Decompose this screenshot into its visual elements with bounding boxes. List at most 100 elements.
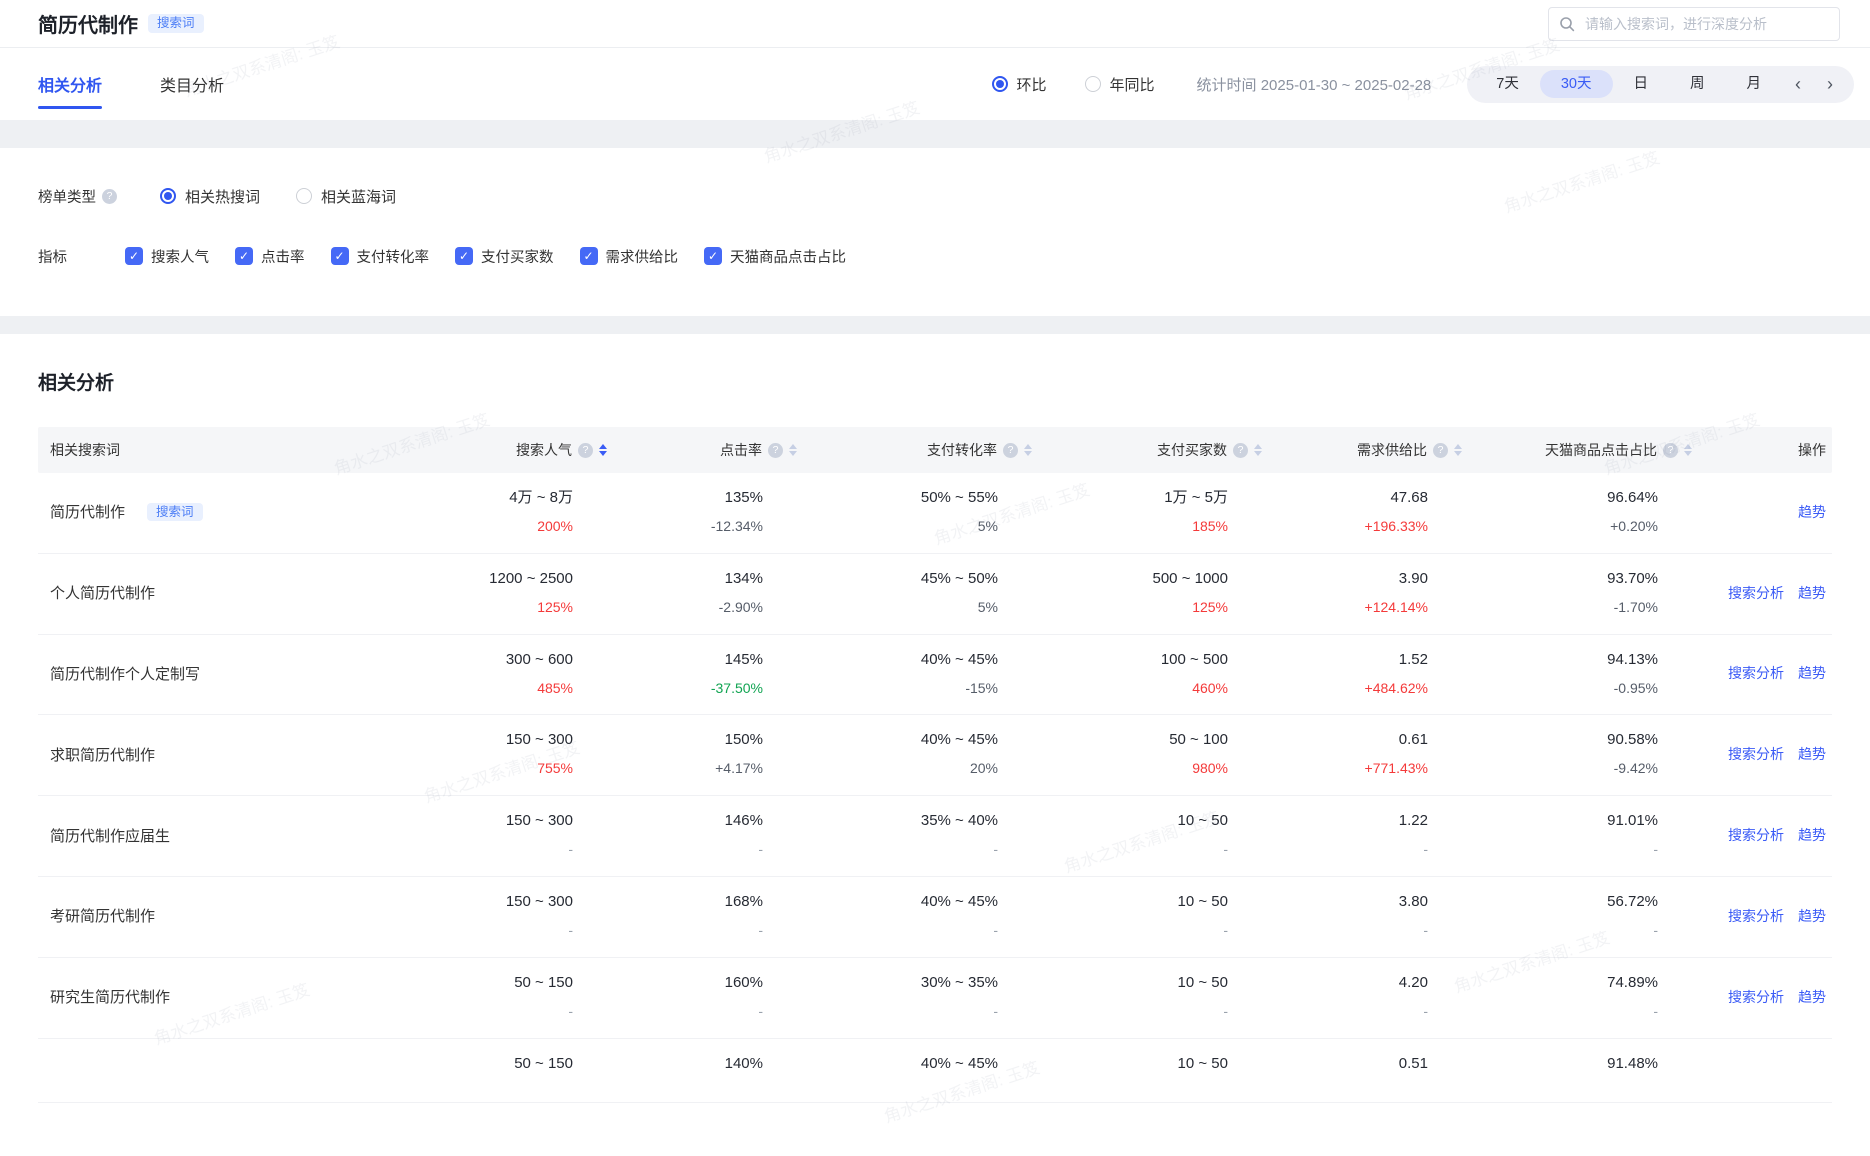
action-link[interactable]: 搜索分析 — [1728, 825, 1784, 845]
search-box[interactable] — [1548, 7, 1840, 41]
compare-radio-mom[interactable]: 环比 — [992, 74, 1047, 95]
metric-delta: +771.43% — [1268, 760, 1428, 777]
metric-delta: - — [1268, 922, 1428, 939]
help-icon[interactable]: ? — [1003, 443, 1018, 458]
actions-cell: 搜索分析趋势 — [1698, 663, 1832, 683]
metric-delta: -0.95% — [1468, 680, 1658, 697]
list-type-radio-blue-ocean-words[interactable]: 相关蓝海词 — [296, 186, 396, 207]
metrics-label: 指标 — [38, 246, 67, 267]
metric-cell: 56.72% - — [1468, 893, 1698, 939]
metric-cell: 93.70% -1.70% — [1468, 570, 1698, 616]
metric-value: 93.70% — [1468, 570, 1658, 588]
action-link[interactable]: 趋势 — [1798, 744, 1826, 764]
metric-checkbox[interactable]: ✓ 点击率 — [235, 246, 305, 267]
help-icon[interactable]: ? — [1663, 443, 1678, 458]
related-analysis-panel: 相关分析 相关搜索词 搜索人气? 点击率? 支付转化率? 支付买家数? 需求供给… — [0, 334, 1870, 1156]
metric-delta: - — [368, 1003, 573, 1020]
date-range-option[interactable]: 周 — [1669, 70, 1726, 99]
metric-delta: - — [1038, 1003, 1228, 1020]
help-icon[interactable]: ? — [1233, 443, 1248, 458]
metric-cell: 146% - — [613, 812, 803, 858]
metric-cell: 134% -2.90% — [613, 570, 803, 616]
action-link[interactable]: 趋势 — [1798, 906, 1826, 926]
column-label: 支付转化率 — [927, 440, 997, 460]
metric-checkbox[interactable]: ✓ 需求供给比 — [580, 246, 679, 267]
help-icon[interactable]: ? — [1433, 443, 1448, 458]
action-link[interactable]: 搜索分析 — [1728, 744, 1784, 764]
metric-value: 1.22 — [1268, 812, 1428, 830]
keyword-cell: 求职简历代制作 — [38, 744, 368, 765]
action-link[interactable]: 搜索分析 — [1728, 987, 1784, 1007]
keyword-text: 简历代制作个人定制写 — [50, 663, 200, 684]
metric-cell: 3.90 +124.14% — [1268, 570, 1468, 616]
metric-value: 96.64% — [1468, 489, 1658, 507]
column-label: 搜索人气 — [516, 440, 572, 460]
date-range-option[interactable]: 7天 — [1475, 70, 1540, 99]
compare-radio-yoy[interactable]: 年同比 — [1085, 74, 1155, 95]
action-link[interactable]: 趋势 — [1798, 663, 1826, 683]
metric-value: 10 ~ 50 — [1038, 974, 1228, 992]
date-range-option[interactable]: 日 — [1613, 70, 1670, 99]
search-input[interactable] — [1583, 15, 1829, 33]
metric-delta: 20% — [803, 760, 998, 777]
metric-checkbox[interactable]: ✓ 天猫商品点击占比 — [704, 246, 846, 267]
tab-category-analysis[interactable]: 类目分析 — [160, 48, 224, 120]
action-link[interactable]: 搜索分析 — [1728, 906, 1784, 926]
next-period-icon[interactable]: › — [1814, 71, 1846, 97]
column-label: 需求供给比 — [1357, 440, 1427, 460]
action-link[interactable]: 趋势 — [1798, 987, 1826, 1007]
radio-label: 环比 — [1017, 74, 1047, 95]
column-header: 相关搜索词 — [38, 440, 368, 460]
metric-delta: - — [803, 1003, 998, 1020]
sort-icon[interactable] — [1684, 444, 1692, 456]
actions-cell: 趋势 — [1698, 502, 1832, 522]
metric-cell: 50 ~ 150 - — [368, 974, 613, 1020]
sort-icon[interactable] — [1024, 444, 1032, 456]
list-type-radio-group: 相关热搜词 相关蓝海词 — [160, 186, 396, 207]
column-header: 天猫商品点击占比? — [1468, 440, 1698, 460]
prev-period-icon[interactable]: ‹ — [1782, 71, 1814, 97]
metric-cell: 1200 ~ 2500 125% — [368, 570, 613, 616]
sort-icon[interactable] — [1254, 444, 1262, 456]
checkbox-checked-icon: ✓ — [235, 247, 253, 265]
help-icon[interactable]: ? — [578, 443, 593, 458]
list-type-radio-hot-search-words[interactable]: 相关热搜词 — [160, 186, 260, 207]
metric-delta: - — [368, 841, 573, 858]
column-header: 操作 — [1698, 440, 1832, 460]
metric-cell: 30% ~ 35% - — [803, 974, 1038, 1020]
column-header: 支付买家数? — [1038, 440, 1268, 460]
metric-checkbox[interactable]: ✓ 支付转化率 — [331, 246, 430, 267]
tab-related-analysis[interactable]: 相关分析 — [38, 48, 102, 120]
date-range-option[interactable]: 月 — [1726, 70, 1783, 99]
column-label: 点击率 — [720, 440, 762, 460]
metric-checkbox[interactable]: ✓ 支付买家数 — [455, 246, 554, 267]
action-link[interactable]: 搜索分析 — [1728, 663, 1784, 683]
sort-icon[interactable] — [599, 444, 607, 456]
metric-value: 40% ~ 45% — [803, 1055, 998, 1073]
help-icon[interactable]: ? — [102, 189, 117, 204]
sort-icon[interactable] — [789, 444, 797, 456]
top-header: 简历代制作 搜索词 — [0, 0, 1870, 48]
metric-cell: 168% - — [613, 893, 803, 939]
action-link[interactable]: 搜索分析 — [1728, 583, 1784, 603]
sort-icon[interactable] — [1454, 444, 1462, 456]
metric-delta: -37.50% — [613, 680, 763, 697]
actions-cell: 搜索分析趋势 — [1698, 825, 1832, 845]
action-link[interactable]: 趋势 — [1798, 583, 1826, 603]
checkbox-checked-icon: ✓ — [580, 247, 598, 265]
metrics-label-wrap: 指标 — [38, 246, 67, 267]
action-link[interactable]: 趋势 — [1798, 825, 1826, 845]
date-range-option[interactable]: 30天 — [1540, 70, 1613, 99]
metrics-checkbox-group: ✓ 搜索人气 ✓ 点击率 ✓ 支付转化率 ✓ 支付买家数 ✓ 需求供给比 ✓ 天… — [125, 246, 846, 267]
related-keywords-table: 相关搜索词 搜索人气? 点击率? 支付转化率? 支付买家数? 需求供给比? 天猫… — [38, 427, 1832, 1103]
metric-value: 50 ~ 100 — [1038, 731, 1228, 749]
help-icon[interactable]: ? — [768, 443, 783, 458]
metric-value: 56.72% — [1468, 893, 1658, 911]
metric-value: 100 ~ 500 — [1038, 651, 1228, 669]
metric-checkbox[interactable]: ✓ 搜索人气 — [125, 246, 209, 267]
metric-value: 47.68 — [1268, 489, 1428, 507]
action-link[interactable]: 趋势 — [1798, 502, 1826, 522]
table-row: 个人简历代制作 1200 ~ 2500 125% 134% -2.90% 45%… — [38, 554, 1832, 635]
metric-value: 91.48% — [1468, 1055, 1658, 1073]
metric-value: 168% — [613, 893, 763, 911]
